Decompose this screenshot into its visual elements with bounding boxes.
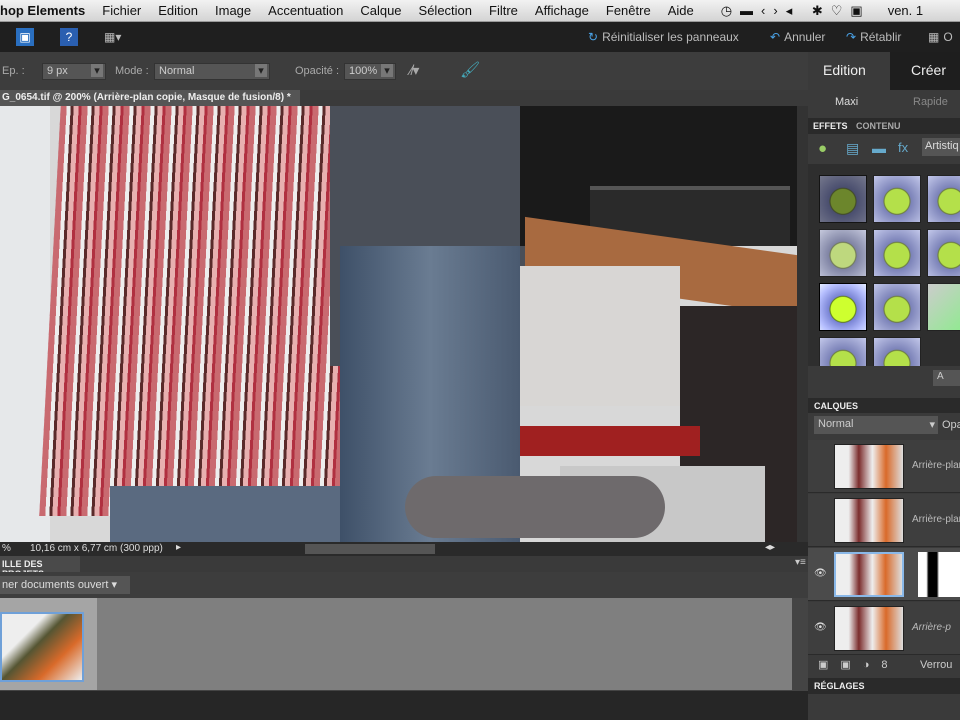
organizer-button[interactable]: ▦ O: [928, 28, 953, 46]
reset-icon: ↻: [588, 30, 599, 44]
panel-menu-icon[interactable]: ▾≡: [795, 557, 806, 568]
tab-rapide[interactable]: Rapide: [913, 96, 948, 108]
clock: ven. 1: [887, 3, 924, 18]
redo-icon: ↷: [846, 30, 857, 44]
fx-icon[interactable]: fx: [898, 140, 908, 155]
effect-thumb[interactable]: [819, 229, 867, 277]
layout-icon[interactable]: ▦▾: [104, 28, 121, 46]
filters-icon[interactable]: ●: [818, 140, 827, 157]
project-bin-tab[interactable]: ILLE DES PROJETS: [0, 556, 80, 579]
layer-mask-thumbnail[interactable]: [918, 552, 960, 597]
eye-icon[interactable]: 👁: [814, 568, 827, 579]
document-thumbnail[interactable]: [0, 612, 84, 682]
menu-image[interactable]: Image: [215, 3, 251, 18]
tab-effets[interactable]: EFFETS: [813, 121, 848, 131]
right-panel: Edition Créer Maxi Rapide EFFETS CONTENU…: [808, 52, 960, 720]
effect-thumb[interactable]: [873, 229, 921, 277]
bin-documents-dropdown[interactable]: ner documents ouvert ▾: [0, 576, 130, 594]
effect-thumb[interactable]: [873, 175, 921, 223]
menu-filtre[interactable]: Filtre: [489, 3, 518, 18]
layer-styles-icon[interactable]: ▤: [846, 140, 859, 157]
effect-thumb[interactable]: [873, 283, 921, 331]
reset-panels-button[interactable]: ↻ Réinitialiser les panneaux: [588, 28, 739, 46]
calendar-icon: ▦: [928, 30, 940, 44]
effect-thumb[interactable]: [873, 337, 921, 366]
project-bin-header: [0, 556, 808, 572]
toolbar: ▣ ? ▦▾ ↻ Réinitialiser les panneaux ↶ Annu…: [0, 22, 960, 52]
layer-row[interactable]: Arrière-plan: [808, 440, 960, 493]
tab-creer[interactable]: Créer: [911, 62, 946, 78]
menu-calque[interactable]: Calque: [360, 3, 401, 18]
adjustments-panel-title: RÉGLAGES: [814, 681, 865, 691]
effect-thumb[interactable]: [927, 283, 960, 331]
effects-category-select[interactable]: Artistiq: [922, 138, 960, 156]
image-canvas[interactable]: [0, 106, 797, 542]
brush-icon[interactable]: 🖌: [460, 60, 480, 80]
redo-button[interactable]: ↷ Rétablir: [846, 28, 901, 46]
status-bar: % 10,16 cm x 6,77 cm (300 ppp) ▸ ◂▸: [0, 542, 808, 556]
project-bin-area: [0, 598, 792, 690]
effect-thumb[interactable]: [819, 283, 867, 331]
menu-fenetre[interactable]: Fenêtre: [606, 3, 651, 18]
size-select[interactable]: 9 px: [42, 63, 106, 80]
layer-thumbnail: [834, 606, 904, 651]
lock-label: Verrou: [920, 659, 953, 671]
layer-thumbnail: [834, 444, 904, 489]
menu-accentuation[interactable]: Accentuation: [268, 3, 343, 18]
menu-bar: hop Elements Fichier Edition Image Accen…: [0, 0, 960, 22]
tab-edition[interactable]: Edition: [823, 62, 866, 78]
mode-select[interactable]: Normal: [154, 63, 270, 80]
layer-row[interactable]: Arrière-plan: [808, 494, 960, 547]
horizontal-scrollbar[interactable]: [305, 544, 435, 554]
bottom-bar: [0, 690, 808, 720]
opacity-short-label: Opa: [942, 419, 960, 431]
app-menu[interactable]: hop Elements: [0, 3, 85, 18]
layer-thumbnail: [834, 552, 904, 597]
tab-contenu[interactable]: CONTENU: [856, 121, 901, 131]
status-icons: ◷▬‹›◂ ✱♡▣: [720, 2, 871, 18]
tab-maxi[interactable]: Maxi: [835, 96, 858, 108]
blend-mode-select[interactable]: Normal ▾: [814, 416, 938, 434]
menu-selection[interactable]: Sélection: [419, 3, 472, 18]
help-icon[interactable]: ?: [60, 28, 78, 46]
options-bar: Ep. : 9 px Mode : Normal Opacité : 100% …: [0, 52, 808, 90]
document-dimensions: 10,16 cm x 6,77 cm (300 ppp): [30, 543, 163, 554]
menu-aide[interactable]: Aide: [668, 3, 694, 18]
effects-grid: [808, 164, 960, 366]
effect-thumb[interactable]: [927, 229, 960, 277]
info-arrow-icon[interactable]: ▸: [176, 542, 181, 553]
menu-affichage[interactable]: Affichage: [535, 3, 589, 18]
photo-effects-icon[interactable]: ▬: [872, 140, 886, 156]
effect-thumb[interactable]: [819, 175, 867, 223]
layer-row-selected[interactable]: 👁: [808, 548, 960, 601]
document-tab[interactable]: G_0654.tif @ 200% (Arrière-plan copie, M…: [0, 90, 300, 106]
opacity-label: Opacité :: [295, 65, 340, 77]
airbrush-icon[interactable]: ⁄̸▾: [410, 62, 419, 79]
menu-edition[interactable]: Edition: [158, 3, 198, 18]
bin-scrollbar[interactable]: [792, 598, 808, 690]
save-icon[interactable]: ▣: [16, 28, 34, 46]
vertical-scrollbar[interactable]: [797, 106, 808, 542]
scroll-arrows-icon[interactable]: ◂▸: [765, 542, 775, 553]
opacity-select[interactable]: 100%: [344, 63, 396, 80]
eye-icon[interactable]: 👁: [814, 622, 827, 633]
menu-fichier[interactable]: Fichier: [102, 3, 141, 18]
effect-thumb[interactable]: [927, 175, 960, 223]
layer-action-icons[interactable]: ▣▣◑8: [818, 658, 900, 671]
undo-button[interactable]: ↶ Annuler: [770, 28, 825, 46]
effect-thumb[interactable]: [819, 337, 867, 366]
layer-row[interactable]: 👁 Arrière-p: [808, 602, 960, 655]
mode-label: Mode :: [115, 65, 149, 77]
apply-button[interactable]: A: [933, 370, 960, 386]
size-label: Ep. :: [2, 65, 25, 77]
zoom-value: %: [2, 543, 11, 554]
layer-thumbnail: [834, 498, 904, 543]
undo-icon: ↶: [770, 30, 781, 44]
layers-panel-title: CALQUES: [814, 401, 859, 411]
